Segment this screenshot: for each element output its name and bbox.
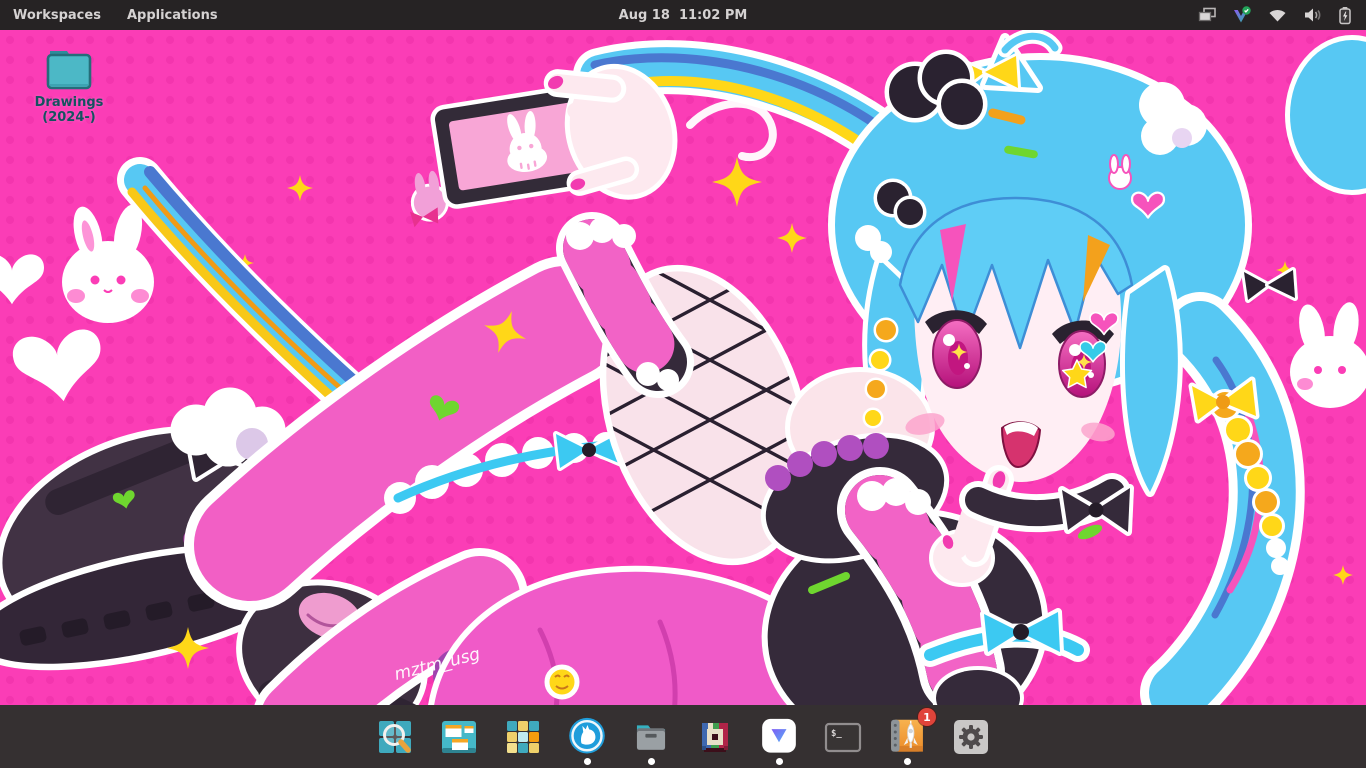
running-indicator [584, 758, 591, 765]
dock-item-file-manager[interactable] [631, 717, 671, 765]
wallpaper-illustration: mztm_usg [0, 30, 1366, 705]
desktop-icon-drawings[interactable]: Drawings (2024-) [10, 42, 128, 125]
app-finder-icon [375, 717, 415, 757]
desktop-settings-icon [439, 717, 479, 757]
svg-text:$_: $_ [831, 729, 842, 739]
wifi-icon[interactable] [1267, 7, 1288, 23]
desktop: mztm_usg Drawings (2024-) [0, 30, 1366, 705]
volume-icon[interactable] [1303, 7, 1323, 23]
notification-badge: 1 [918, 708, 936, 726]
dock-item-settings[interactable] [951, 717, 991, 765]
dock-item-app-grid[interactable] [503, 717, 543, 765]
dock-item-desktop-settings[interactable] [439, 717, 479, 765]
dock-item-librewolf[interactable] [567, 717, 607, 765]
workspaces-indicator-icon[interactable] [1198, 7, 1217, 23]
app-grid-icon [503, 717, 543, 757]
applications-menu-label: Applications [127, 8, 218, 23]
dock: $_ 1 [0, 705, 1366, 768]
dock-item-pixel-app[interactable] [695, 717, 735, 765]
workspaces-menu[interactable]: Workspaces [0, 0, 114, 30]
pixel-art-app-icon [695, 717, 735, 757]
desktop-icon-label: Drawings (2024-) [10, 95, 128, 125]
top-panel: Workspaces Applications Aug 18 11:02 PM [0, 0, 1366, 30]
battery-charging-icon[interactable] [1338, 6, 1352, 25]
terminal-icon: $_ [823, 717, 863, 757]
running-indicator [904, 758, 911, 765]
file-manager-icon [631, 717, 671, 754]
applications-menu[interactable]: Applications [114, 0, 231, 30]
running-indicator [648, 758, 655, 765]
system-tray [1198, 6, 1366, 25]
smiley-ball [547, 667, 577, 697]
dock-item-app-finder[interactable] [375, 717, 415, 765]
dock-item-vesktop[interactable] [759, 717, 799, 765]
workspaces-menu-label: Workspaces [13, 8, 101, 23]
panel-clock[interactable]: Aug 18 11:02 PM [619, 8, 748, 23]
librewolf-browser-icon [567, 717, 607, 754]
vesktop-icon [759, 717, 799, 754]
settings-gear-icon [951, 717, 991, 757]
dock-item-terminal[interactable]: $_ [823, 717, 863, 765]
dock-item-rocket-app[interactable]: 1 [887, 717, 927, 765]
vpn-status-icon[interactable] [1232, 6, 1252, 24]
running-indicator [776, 758, 783, 765]
folder-icon [41, 42, 97, 94]
